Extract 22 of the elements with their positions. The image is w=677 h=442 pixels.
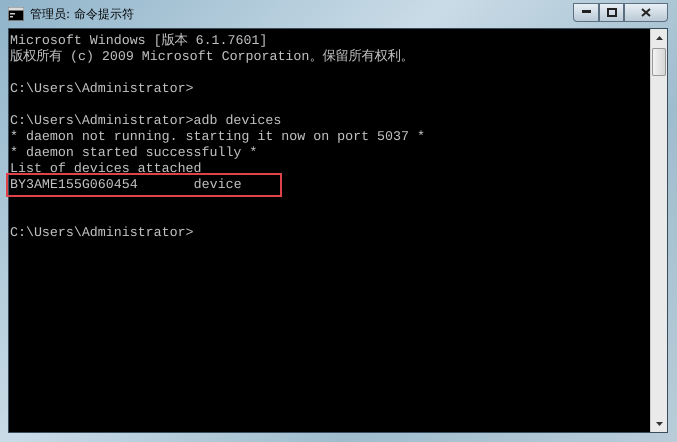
device-serial: BY3AME155G060454 xyxy=(10,177,138,193)
console-line: Microsoft Windows [版本 6.1.7601] xyxy=(10,33,268,49)
minimize-icon xyxy=(582,10,590,14)
device-state: device xyxy=(194,177,242,193)
console-line: * daemon started successfully * xyxy=(10,145,258,161)
console-line: C:\Users\Administrator> xyxy=(10,225,194,241)
window-title: 管理员: 命令提示符 xyxy=(30,6,134,23)
scrollbar[interactable] xyxy=(650,29,667,432)
minimize-button[interactable] xyxy=(573,2,599,22)
console-line: * daemon not running. starting it now on port 5037 * xyxy=(10,129,425,145)
console-line: List of devices attached xyxy=(10,161,202,177)
close-icon xyxy=(641,8,651,16)
console-line: C:\Users\Administrator>adb devices xyxy=(10,113,282,129)
maximize-icon xyxy=(606,8,616,16)
maximize-button[interactable] xyxy=(599,2,624,22)
command-prompt-icon xyxy=(8,7,24,21)
console-line: C:\Users\Administrator> xyxy=(10,81,194,97)
close-button[interactable] xyxy=(624,2,668,22)
scroll-thumb[interactable] xyxy=(652,48,666,76)
scroll-up-icon[interactable] xyxy=(656,36,662,40)
scroll-down-icon[interactable] xyxy=(656,422,662,426)
console-line: 版权所有 (c) 2009 Microsoft Corporation。保留所有权利。 xyxy=(10,49,414,65)
